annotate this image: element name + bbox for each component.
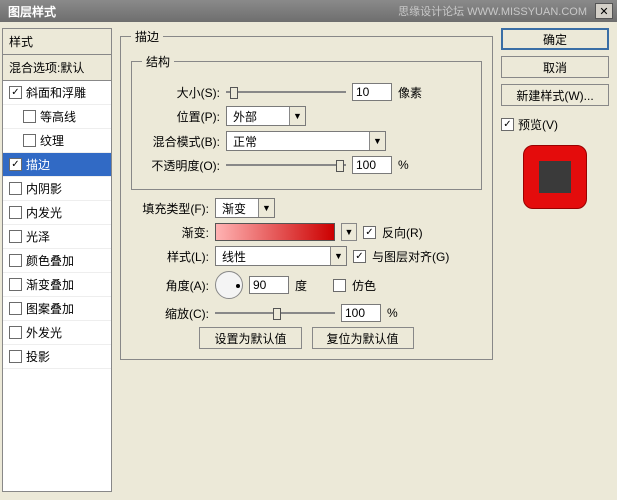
angle-input[interactable] <box>249 276 289 294</box>
style-checkbox[interactable] <box>9 350 22 363</box>
style-label: 内发光 <box>26 204 62 221</box>
gradient-label: 渐变: <box>131 224 209 241</box>
angle-label: 角度(A): <box>131 277 209 294</box>
style-label: 渐变叠加 <box>26 276 74 293</box>
style-dropdown[interactable]: 线性▼ <box>215 246 347 266</box>
preview-thumbnail <box>523 145 587 209</box>
structure-legend: 结构 <box>142 53 174 70</box>
style-item[interactable]: 颜色叠加 <box>3 249 111 273</box>
style-item[interactable]: 内发光 <box>3 201 111 225</box>
style-checkbox[interactable] <box>9 230 22 243</box>
align-label: 与图层对齐(G) <box>372 248 449 265</box>
blendmode-dropdown[interactable]: 正常▼ <box>226 131 386 151</box>
title-bar: 图层样式 思缘设计论坛 WWW.MISSYUAN.COM ✕ <box>0 0 617 22</box>
gradient-swatch[interactable] <box>215 223 335 241</box>
style-label: 描边 <box>26 156 50 173</box>
style-checkbox[interactable] <box>9 254 22 267</box>
style-label: 外发光 <box>26 324 62 341</box>
style-item[interactable]: ✓ 斜面和浮雕 <box>3 81 111 105</box>
reset-default-button[interactable]: 复位为默认值 <box>312 327 414 349</box>
position-dropdown[interactable]: 外部▼ <box>226 106 306 126</box>
filltype-dropdown[interactable]: 渐变▼ <box>215 198 275 218</box>
gradient-picker-dropdown[interactable]: ▼ <box>341 223 357 241</box>
size-slider[interactable] <box>226 85 346 99</box>
close-button[interactable]: ✕ <box>595 3 613 19</box>
reverse-checkbox[interactable]: ✓ <box>363 226 376 239</box>
cancel-button[interactable]: 取消 <box>501 56 609 78</box>
opacity-unit: % <box>398 158 409 172</box>
opacity-slider[interactable] <box>226 158 346 172</box>
styles-list: 样式 混合选项:默认 ✓ 斜面和浮雕等高线纹理 ✓ 描边内阴影内发光光泽颜色叠加渐变叠… <box>2 28 112 492</box>
chevron-down-icon: ▼ <box>330 247 346 265</box>
style-item[interactable]: 等高线 <box>3 105 111 129</box>
structure-fieldset: 结构 大小(S): 像素 位置(P): 外部▼ 混合模式(B): 正常▼ 不透明… <box>131 53 482 190</box>
scale-label: 缩放(C): <box>131 305 209 322</box>
style-item[interactable]: 光泽 <box>3 225 111 249</box>
style-checkbox[interactable]: ✓ <box>9 158 22 171</box>
style-label: 光泽 <box>26 228 50 245</box>
scale-unit: % <box>387 306 398 320</box>
angle-dial[interactable] <box>215 271 243 299</box>
style-checkbox[interactable] <box>9 206 22 219</box>
align-checkbox[interactable]: ✓ <box>353 250 366 263</box>
settings-panel: 描边 结构 大小(S): 像素 位置(P): 外部▼ 混合模式(B): 正常▼ <box>120 28 493 492</box>
style-label: 颜色叠加 <box>26 252 74 269</box>
filltype-label: 填充类型(F): <box>131 200 209 217</box>
stroke-fieldset: 描边 结构 大小(S): 像素 位置(P): 外部▼ 混合模式(B): 正常▼ <box>120 28 493 360</box>
style-item[interactable]: 纹理 <box>3 129 111 153</box>
style-label: 纹理 <box>40 132 64 149</box>
new-style-button[interactable]: 新建样式(W)... <box>501 84 609 106</box>
styles-header[interactable]: 样式 <box>3 29 111 55</box>
blendmode-label: 混合模式(B): <box>142 133 220 150</box>
dither-label: 仿色 <box>352 277 376 294</box>
scale-input[interactable] <box>341 304 381 322</box>
chevron-down-icon: ▼ <box>289 107 305 125</box>
ok-button[interactable]: 确定 <box>501 28 609 50</box>
style-label: 投影 <box>26 348 50 365</box>
style-checkbox[interactable] <box>23 134 36 147</box>
style-item[interactable]: 图案叠加 <box>3 297 111 321</box>
opacity-label: 不透明度(O): <box>142 157 220 174</box>
angle-unit: 度 <box>295 277 307 294</box>
preview-label: 预览(V) <box>518 116 558 133</box>
style-checkbox[interactable] <box>9 278 22 291</box>
style-checkbox[interactable] <box>9 302 22 315</box>
position-label: 位置(P): <box>142 108 220 125</box>
style-label: 内阴影 <box>26 180 62 197</box>
preview-checkbox[interactable]: ✓ <box>501 118 514 131</box>
size-input[interactable] <box>352 83 392 101</box>
chevron-down-icon: ▼ <box>258 199 274 217</box>
blend-options-item[interactable]: 混合选项:默认 <box>3 55 111 81</box>
style-item[interactable]: 渐变叠加 <box>3 273 111 297</box>
dialog-buttons: 确定 取消 新建样式(W)... ✓ 预览(V) <box>501 28 609 492</box>
window-title: 图层样式 <box>8 3 398 20</box>
opacity-input[interactable] <box>352 156 392 174</box>
scale-slider[interactable] <box>215 306 335 320</box>
style-item[interactable]: 内阴影 <box>3 177 111 201</box>
style-item[interactable]: ✓ 描边 <box>3 153 111 177</box>
style-checkbox[interactable]: ✓ <box>9 86 22 99</box>
style-label: 图案叠加 <box>26 300 74 317</box>
stroke-legend: 描边 <box>131 28 163 45</box>
style-checkbox[interactable] <box>23 110 36 123</box>
style-item[interactable]: 外发光 <box>3 321 111 345</box>
style-label: 斜面和浮雕 <box>26 84 86 101</box>
chevron-down-icon: ▼ <box>369 132 385 150</box>
size-unit: 像素 <box>398 84 422 101</box>
style-label: 样式(L): <box>131 248 209 265</box>
set-default-button[interactable]: 设置为默认值 <box>199 327 301 349</box>
style-checkbox[interactable] <box>9 326 22 339</box>
style-checkbox[interactable] <box>9 182 22 195</box>
size-label: 大小(S): <box>142 84 220 101</box>
style-item[interactable]: 投影 <box>3 345 111 369</box>
reverse-label: 反向(R) <box>382 224 423 241</box>
watermark-text: 思缘设计论坛 WWW.MISSYUAN.COM <box>398 3 587 19</box>
style-label: 等高线 <box>40 108 76 125</box>
dither-checkbox[interactable] <box>333 279 346 292</box>
